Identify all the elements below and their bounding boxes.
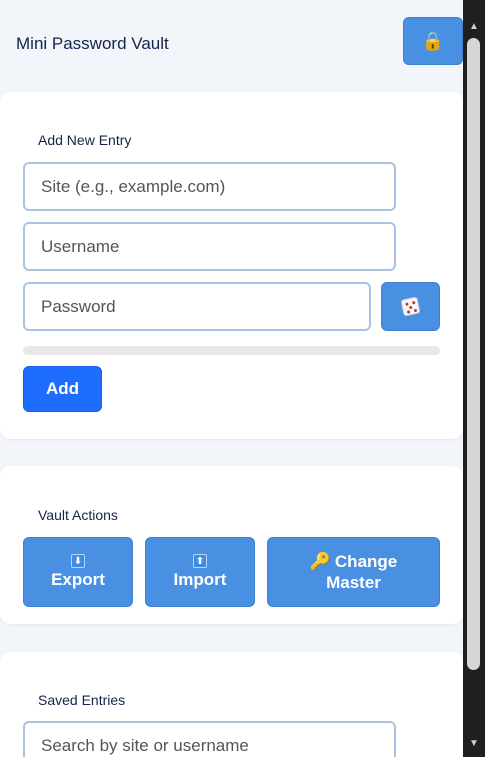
upload-arrow-icon: ⬆ [193, 554, 207, 568]
site-input[interactable] [23, 162, 396, 211]
username-input[interactable] [23, 222, 396, 271]
scroll-up-arrow-icon[interactable]: ▲ [466, 20, 482, 34]
change-master-button[interactable]: 🔑 Change Master [267, 537, 440, 607]
generate-password-button[interactable] [381, 282, 440, 331]
lock-button[interactable]: 🔒 [403, 17, 463, 65]
import-label: Import [173, 570, 227, 589]
scrollbar-thumb[interactable] [467, 38, 480, 670]
change-master-label-2: Master [326, 573, 381, 592]
app-title: Mini Password Vault [16, 34, 169, 53]
scrollbar[interactable]: ▲ ▼ [463, 0, 485, 757]
export-button[interactable]: ⬇ Export [23, 537, 133, 607]
password-input[interactable] [23, 282, 371, 331]
add-entry-title: Add New Entry [38, 132, 132, 148]
search-input[interactable] [23, 721, 396, 757]
scroll-down-arrow-icon[interactable]: ▼ [466, 737, 482, 751]
key-icon: 🔑 [309, 552, 331, 571]
change-master-label-1: Change [334, 552, 398, 571]
vault-actions-card: Vault Actions ⬇ Export ⬆ Import 🔑 Change … [0, 466, 463, 624]
add-entry-card: Add New Entry Add [0, 92, 463, 439]
add-button[interactable]: Add [23, 366, 102, 412]
app-root: Mini Password Vault 🔒 Add New Entry Add … [0, 0, 463, 757]
password-strength-bar [23, 346, 440, 355]
vault-actions-title: Vault Actions [38, 507, 118, 523]
saved-entries-card: Saved Entries [0, 652, 463, 757]
header: Mini Password Vault 🔒 [0, 0, 463, 88]
change-master-line1: 🔑 Change [310, 551, 398, 572]
lock-icon: 🔒 [421, 30, 445, 51]
import-button[interactable]: ⬆ Import [145, 537, 255, 607]
download-arrow-icon: ⬇ [71, 554, 85, 568]
saved-entries-title: Saved Entries [38, 692, 126, 708]
export-label: Export [51, 570, 105, 589]
dice-icon [400, 296, 421, 317]
